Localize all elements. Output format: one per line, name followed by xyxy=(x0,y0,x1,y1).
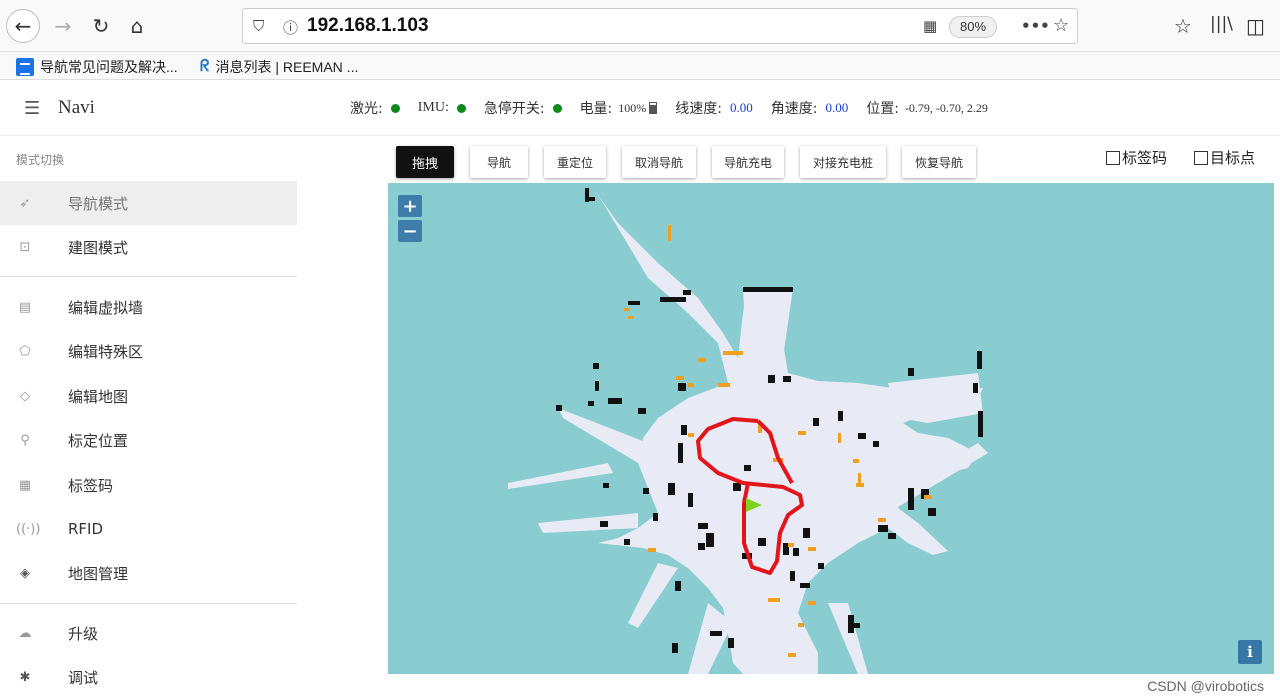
rfid-icon: ((·)) xyxy=(16,521,41,537)
navigation-arrow-icon: ➶ xyxy=(19,195,31,211)
free-space xyxy=(508,188,988,674)
sidebar-item-special-zone[interactable]: ⬠ 编辑特殊区 xyxy=(0,329,297,373)
menu-icon[interactable]: ☰ xyxy=(24,98,40,119)
sidebar-item-upgrade[interactable]: ☁ 升级 xyxy=(0,611,297,655)
bookmarks-bar: 导航常见问题及解决... ᖇ 消息列表 | REEMAN ... xyxy=(0,52,1280,80)
imu-status: IMU: xyxy=(418,100,466,116)
resume-navigation-button[interactable]: 恢复导航 xyxy=(902,146,976,178)
sidebar-item-mapping-mode[interactable]: ⊡ 建图模式 xyxy=(0,225,297,269)
document-icon xyxy=(16,58,34,76)
reeman-logo-icon: ᖇ xyxy=(200,58,210,75)
sidebar-item-tag-code[interactable]: ▦ 标签码 xyxy=(0,463,297,507)
zoom-level-badge[interactable]: 80% xyxy=(949,16,998,38)
url-text[interactable]: 192.168.1.103 xyxy=(307,15,429,37)
relocate-button[interactable]: 重定位 xyxy=(544,146,606,178)
qr-icon[interactable]: ▦ xyxy=(923,17,937,35)
pocket-icon[interactable]: ☆ xyxy=(1174,14,1192,38)
checkbox-icon[interactable] xyxy=(1106,150,1120,165)
sidebar-heading: 模式切换 xyxy=(16,153,65,167)
cancel-navigation-button[interactable]: 取消导航 xyxy=(622,146,696,178)
sidebar-item-map-management[interactable]: ◈ 地图管理 xyxy=(0,551,297,595)
app-title: Navi xyxy=(58,97,95,118)
map-build-icon: ⊡ xyxy=(19,239,31,255)
status-dot-icon xyxy=(390,103,400,113)
sidebar-item-calibrate-position[interactable]: ⚲ 标定位置 xyxy=(0,418,297,462)
angular-speed: 角速度: 0.00 xyxy=(770,100,849,117)
linear-speed: 线速度: 0.00 xyxy=(675,100,753,117)
navigate-charge-button[interactable]: 导航充电 xyxy=(712,146,784,178)
library-icon[interactable]: |||\ xyxy=(1210,14,1233,34)
cloud-upload-icon: ☁ xyxy=(18,625,32,641)
sidebar-item-navigation-mode[interactable]: ➶ 导航模式 xyxy=(0,181,297,225)
sidebar-divider xyxy=(0,603,297,604)
status-dot-icon xyxy=(456,103,466,113)
star-icon[interactable]: ☆ xyxy=(1053,15,1069,36)
map-info-button[interactable]: i xyxy=(1238,640,1262,664)
sidebar-item-edit-map[interactable]: ◇ 编辑地图 xyxy=(0,374,297,418)
sidebar-icon[interactable]: ◫ xyxy=(1246,14,1265,38)
location-icon: ⚲ xyxy=(20,432,30,448)
tag-code-checkbox[interactable]: 标签码 xyxy=(1106,147,1167,168)
status-bar: 激光: IMU: 急停开关: 电量: 100% 线速度: 0.00 角速度: 0.00… xyxy=(350,98,1006,118)
watermark: CSDN @virobotics xyxy=(1147,678,1264,694)
forward-icon[interactable]: → xyxy=(46,9,80,43)
estop-status: 急停开关: xyxy=(484,98,562,118)
address-bar[interactable]: ⛉ ⓘ 192.168.1.103 ▦ 80% ••• ☆ xyxy=(242,8,1078,44)
battery-icon xyxy=(649,102,658,114)
battery-status: 电量: 100% xyxy=(580,98,658,118)
zoom-out-button[interactable]: − xyxy=(398,220,422,242)
qr-code-icon: ▦ xyxy=(18,477,32,493)
app-header: ☰ Navi 激光: IMU: 急停开关: 电量: 100% 线速度: 0.00 角… xyxy=(0,80,1280,136)
position: 位置: -0.79, -0.70, 2.29 xyxy=(866,100,988,118)
bookmark-item[interactable]: 导航常见问题及解决... xyxy=(16,57,178,77)
reload-icon[interactable]: ↻ xyxy=(84,9,118,43)
layers-icon: ◈ xyxy=(20,565,30,581)
sidebar-item-rfid[interactable]: ((·)) RFID xyxy=(0,507,297,551)
drag-button[interactable]: 拖拽 xyxy=(396,146,454,178)
bookmark-item[interactable]: ᖇ 消息列表 | REEMAN ... xyxy=(200,57,358,77)
shield-icon[interactable]: ⛉ xyxy=(253,17,264,35)
zoom-in-button[interactable]: + xyxy=(398,195,422,217)
home-icon[interactable]: ⌂ xyxy=(120,9,154,43)
occupancy-map xyxy=(508,188,988,674)
pentagon-icon: ⬠ xyxy=(19,343,31,359)
sidebar: 模式切换 ➶ 导航模式 ⊡ 建图模式 ▤ 编辑虚拟墙 ⬠ 编辑特殊区 ◇ 编辑地… xyxy=(0,136,297,700)
sidebar-item-debug[interactable]: ✱ 调试 xyxy=(0,655,297,699)
info-icon[interactable]: ⓘ xyxy=(283,17,298,38)
map-canvas[interactable]: + − i xyxy=(388,183,1274,674)
browser-toolbar: ← → ↻ ⌂ ⛉ ⓘ 192.168.1.103 ▦ 80% ••• ☆ ☆ … xyxy=(0,0,1280,52)
more-icon[interactable]: ••• xyxy=(1021,17,1050,35)
dock-charger-button[interactable]: 对接充电桩 xyxy=(800,146,886,178)
navigate-button[interactable]: 导航 xyxy=(470,146,528,178)
wall-icon: ▤ xyxy=(18,299,32,315)
bug-icon: ✱ xyxy=(19,669,31,685)
back-icon[interactable]: ← xyxy=(6,9,40,43)
checkbox-icon[interactable] xyxy=(1194,150,1208,165)
status-dot-icon xyxy=(552,103,562,113)
eraser-icon: ◇ xyxy=(20,388,30,404)
target-point-checkbox[interactable]: 目标点 xyxy=(1194,147,1255,168)
sidebar-item-virtual-wall[interactable]: ▤ 编辑虚拟墙 xyxy=(0,285,297,329)
sidebar-divider xyxy=(0,276,297,277)
laser-status: 激光: xyxy=(350,98,400,118)
